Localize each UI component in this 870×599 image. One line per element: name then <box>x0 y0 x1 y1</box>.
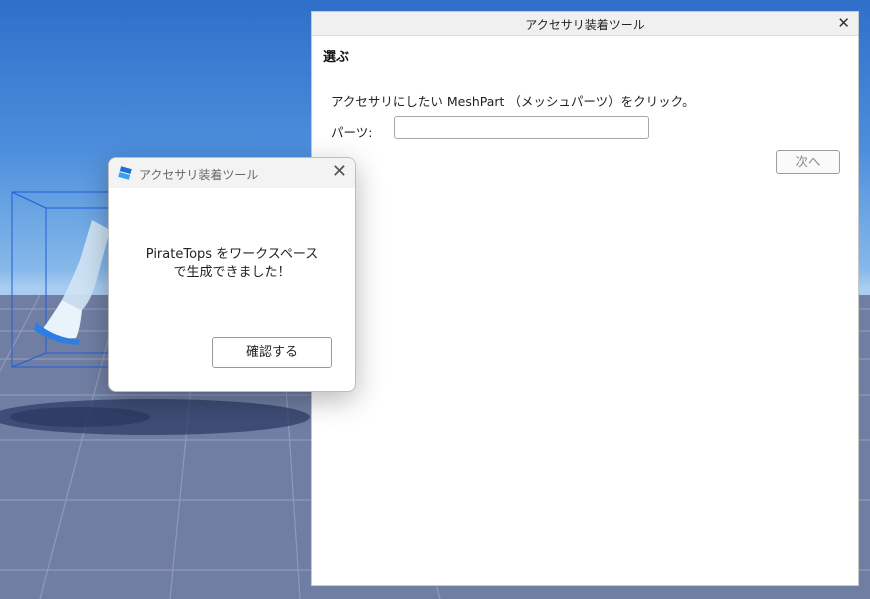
accessory-fitting-tool-window: アクセサリ装着ツール ✕ 選ぶ アクセサリにしたい MeshPart （メッシュ… <box>311 11 859 586</box>
confirm-button[interactable]: 確認する <box>212 337 332 368</box>
next-button[interactable]: 次へ <box>776 150 840 174</box>
window-title: アクセサリ装着ツール <box>525 18 645 32</box>
window-titlebar[interactable]: アクセサリ装着ツール ✕ <box>312 12 858 36</box>
parts-input[interactable] <box>394 116 649 139</box>
dialog-message-line: PirateTops をワークスペース <box>145 247 319 262</box>
selection-box <box>11 191 120 368</box>
dialog-message: PirateTops をワークスペース で生成できました！ <box>109 246 355 282</box>
close-icon[interactable]: ✕ <box>837 15 850 31</box>
section-title: 選ぶ <box>323 50 350 65</box>
success-dialog: アクセサリ装着ツール ✕ PirateTops をワークスペース で生成できまし… <box>108 157 356 392</box>
instruction-text: アクセサリにしたい MeshPart （メッシュパーツ）をクリック。 <box>331 94 695 109</box>
parts-label: パーツ: <box>331 125 373 140</box>
studio-viewport[interactable]: アクセサリ装着ツール ✕ 選ぶ アクセサリにしたい MeshPart （メッシュ… <box>0 0 870 599</box>
dialog-message-line: で生成できました！ <box>173 265 291 280</box>
dialog-title: アクセサリ装着ツール <box>139 168 259 182</box>
close-icon[interactable]: ✕ <box>332 162 347 182</box>
roblox-studio-icon <box>118 166 132 180</box>
dialog-titlebar[interactable]: アクセサリ装着ツール ✕ <box>109 158 355 188</box>
